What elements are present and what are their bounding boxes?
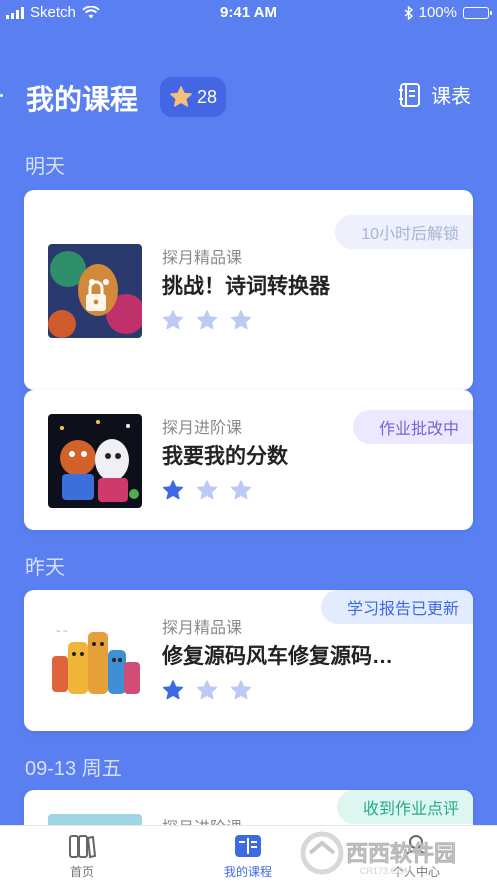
section-label-tomorrow: 明天	[25, 156, 65, 178]
course-card[interactable]: 10小时后解锁 探月精品课 挑战！诗词转换器	[24, 190, 473, 390]
tab-my-courses[interactable]: 我的课程	[188, 832, 308, 880]
course-status-tag: 10小时后解锁	[335, 215, 473, 249]
timetable-button[interactable]: 课表	[399, 80, 471, 109]
course-card[interactable]: 作业批改中 探月进阶课 我要我的分数	[24, 390, 473, 530]
course-status-tag: 收到作业点评	[336, 790, 473, 824]
open-book-icon	[235, 835, 261, 857]
bluetooth-icon	[404, 5, 413, 20]
timetable-label: 课表	[431, 86, 471, 108]
course-category: 探月精品课	[162, 620, 243, 637]
star-empty-icon	[230, 480, 252, 500]
svg-text:CR173.COM: CR173.COM	[360, 866, 412, 876]
star-empty-icon	[230, 680, 252, 700]
books-icon	[69, 835, 97, 859]
battery-icon	[463, 6, 492, 19]
star-count: 28	[196, 86, 218, 107]
course-rating	[162, 479, 252, 501]
course-title: 我要我的分数	[162, 445, 288, 468]
course-thumbnail	[48, 414, 142, 508]
page-title: 我的课程	[26, 84, 139, 115]
watermark-logo: 西西软件园 CR173.COM	[300, 828, 485, 878]
star-count-badge[interactable]: 28	[160, 77, 226, 117]
battery-label: 100%	[418, 4, 457, 21]
tab-label: 我的课程	[223, 865, 272, 879]
svg-text:~ ~: ~ ~	[56, 627, 68, 636]
header: 我的课程 28 课表	[0, 72, 497, 120]
course-rating	[162, 309, 252, 331]
course-title: 挑战！诗词转换器	[162, 275, 330, 298]
star-filled-icon	[162, 680, 184, 700]
course-category: 探月进阶课	[162, 420, 243, 437]
status-bar: Sketch 9:41 AM 100%	[0, 0, 497, 26]
star-empty-icon	[162, 310, 184, 330]
section-label-date: 09-13 周五	[25, 758, 122, 780]
course-status-tag: 作业批改中	[352, 410, 473, 444]
course-rating	[162, 679, 252, 701]
status-right: 100%	[404, 4, 492, 21]
star-empty-icon	[196, 310, 218, 330]
svg-text:西西软件园: 西西软件园	[346, 841, 456, 867]
tab-label: 首页	[69, 865, 94, 879]
star-empty-icon	[230, 310, 252, 330]
course-thumbnail: ~ ~	[48, 614, 142, 708]
course-card[interactable]: 学习报告已更新 ~ ~ 探月精品课 修复源码风车修复源码…	[24, 590, 473, 731]
course-category: 探月精品课	[162, 250, 243, 267]
star-icon	[170, 86, 192, 107]
timetable-icon	[399, 82, 420, 107]
section-label-yesterday: 昨天	[25, 557, 65, 579]
star-empty-icon	[196, 480, 218, 500]
course-title: 修复源码风车修复源码…	[162, 645, 393, 668]
course-status-tag: 学习报告已更新	[320, 590, 473, 624]
star-filled-icon	[162, 480, 184, 500]
course-thumbnail	[48, 244, 142, 338]
tab-home[interactable]: 首页	[22, 832, 142, 880]
star-empty-icon	[196, 680, 218, 700]
